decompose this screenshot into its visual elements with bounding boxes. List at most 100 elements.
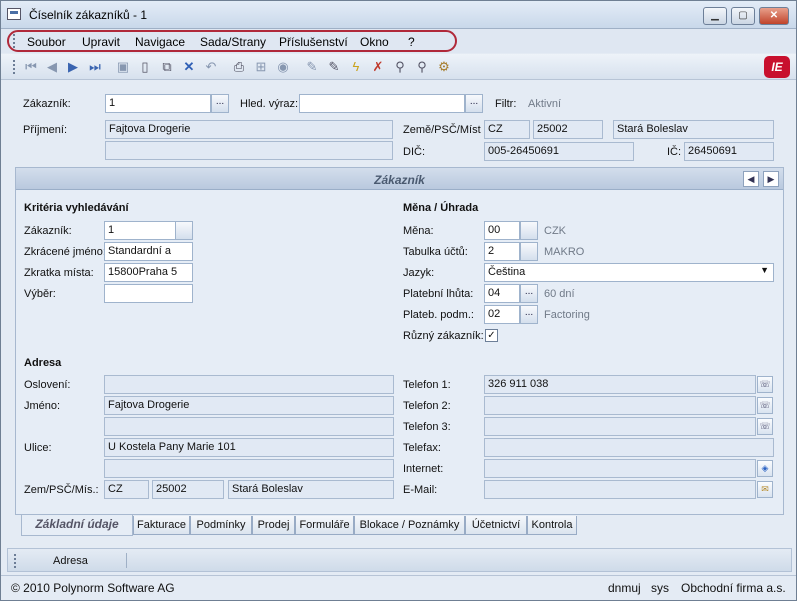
edit-pen-2-icon[interactable]: ✎ [326,59,342,75]
fax-field[interactable] [484,438,774,457]
first-record-icon[interactable]: ⏮ [23,59,39,75]
lhuta-input[interactable]: 04 [484,284,520,303]
tab-blokace-poznamky[interactable]: Blokace / Poznámky [354,516,465,535]
maximize-button[interactable]: ▢ [731,7,755,25]
ruzny-checkbox[interactable]: ✓ [485,329,498,342]
tabulka-label: Tabulka účtů: [403,246,468,258]
last-record-icon[interactable]: ⏭ [87,59,103,75]
tel2-field[interactable] [484,396,756,415]
zkraceny-input[interactable]: Standardní a [104,242,193,261]
lightning-icon[interactable]: ϟ [348,59,364,75]
delete-icon[interactable]: ✕ [181,59,197,75]
krit-zakaznik-label: Zákazník: [24,225,72,237]
tel3-field[interactable] [484,417,756,436]
window-title: Číselník zákazníků - 1 [29,8,148,22]
edit-pen-icon[interactable]: ✎ [304,59,320,75]
lower-toolbar: Adresa [7,548,792,572]
mena-input[interactable]: 00 [484,221,520,240]
phone-icon[interactable]: ☏ [757,376,773,393]
filtr-value: Aktivní [528,98,562,110]
menu-sada-strany[interactable]: Sada/Strany [200,35,266,49]
tab-podminky[interactable]: Podmínky [190,516,252,535]
internet-label: Internet: [403,463,444,475]
tab-kontrola[interactable]: Kontrola [527,516,577,535]
previous-record-icon[interactable]: ◀ [44,59,60,75]
zakaznik-input[interactable]: 1 [105,94,211,113]
minimize-button[interactable]: ▁ [703,7,727,25]
menu-bar: Soubor Upravit Navigace Sada/Strany Přís… [1,29,796,53]
zeme-label: Země/PSČ/Míst [403,124,481,136]
internet-icon[interactable]: ◈ [757,460,773,477]
jazyk-select[interactable]: Čeština ▼ [484,263,774,282]
vyber-input[interactable] [104,284,193,303]
jazyk-selected-value: Čeština [488,266,526,278]
lower-grip[interactable] [14,554,17,568]
krit-zakaznik-input[interactable]: 1 [104,221,176,240]
tel1-field[interactable]: 326 911 038 [484,375,756,394]
ulice-2-field[interactable] [104,459,394,478]
toolbar-grip[interactable] [13,60,16,74]
new-document-icon[interactable]: ▯ [137,59,153,75]
panel-title: Zákazník [374,173,425,187]
misto-field: Stará Boleslav [613,120,774,139]
search-icon[interactable]: ⚲ [392,59,408,75]
tab-formulare[interactable]: Formuláře [295,516,354,535]
phone-icon[interactable]: ☏ [757,418,773,435]
copy-icon[interactable]: ⧉ [159,59,175,75]
jmeno-2-field[interactable] [104,417,394,436]
zakaznik-label: Zákazník: [23,98,71,110]
print-icon[interactable]: ⎙ [231,59,247,75]
tabulka-input[interactable]: 2 [484,242,520,261]
panel-next-icon[interactable]: ▶ [763,171,779,187]
email-icon[interactable]: ✉ [757,481,773,498]
podm-input[interactable]: 02 [484,305,520,324]
filter-clear-icon[interactable]: ✗ [370,59,386,75]
phone-icon[interactable]: ☏ [757,397,773,414]
menu-grip[interactable] [13,34,16,48]
menu-help[interactable]: ? [408,35,415,49]
close-button[interactable]: ✕ [759,7,789,25]
menu-navigace[interactable]: Navigace [135,35,185,49]
settings-icon[interactable]: ⚙ [436,59,452,75]
dic-label: DIČ: [403,146,425,158]
krit-zakaznik-spin[interactable] [175,221,193,240]
search-advanced-icon[interactable]: ⚲ [414,59,430,75]
tab-ucetnictvi[interactable]: Účetnictví [465,516,527,535]
hled-vyraz-input[interactable] [299,94,465,113]
zkratka-input[interactable]: 15800Praha 5 [104,263,193,282]
podm-label: Plateb. podm.: [403,309,474,321]
save-icon[interactable]: ▣ [115,59,131,75]
menu-upravit[interactable]: Upravit [82,35,120,49]
zakaznik-lookup-button[interactable]: ... [211,94,229,113]
adr-zeme-field[interactable]: CZ [104,480,149,499]
globe-icon[interactable]: ◉ [275,59,291,75]
adr-psc-field[interactable]: 25002 [152,480,224,499]
email-field[interactable] [484,480,756,499]
internet-field[interactable] [484,459,756,478]
toolbar: ⏮ ◀ ▶ ⏭ ▣ ▯ ⧉ ✕ ↶ ⎙ ⊞ ◉ ✎ ✎ ϟ ✗ ⚲ ⚲ ⚙ IE [1,54,796,80]
tree-icon[interactable]: ⊞ [253,59,269,75]
next-record-icon[interactable]: ▶ [65,59,81,75]
undo-icon[interactable]: ↶ [203,59,219,75]
ulice-field[interactable]: U Kostela Pany Marie 101 [104,438,394,457]
osloveni-field[interactable] [104,375,394,394]
mena-lookup-button[interactable] [520,221,538,240]
tab-zakladni-udaje[interactable]: Základní údaje [21,515,133,536]
lhuta-lookup-button[interactable]: ... [520,284,538,303]
menu-soubor[interactable]: Soubor [27,35,66,49]
panel-header: Zákazník ◀ ▶ [16,168,783,190]
tabulka-lookup-button[interactable] [520,242,538,261]
adr-misto-field[interactable]: Stará Boleslav [228,480,394,499]
panel-prev-icon[interactable]: ◀ [743,171,759,187]
jmeno-field[interactable]: Fajtova Drogerie [104,396,394,415]
menu-okno[interactable]: Okno [360,35,389,49]
prijmeni-field: Fajtova Drogerie [105,120,393,139]
podm-lookup-button[interactable]: ... [520,305,538,324]
hled-vyraz-lookup-button[interactable]: ... [465,94,483,113]
dic-field: 005-26450691 [484,142,634,161]
menu-prislusenstvi[interactable]: Příslušenství [279,35,348,49]
adresa-button[interactable]: Adresa [53,555,88,567]
ulice-label: Ulice: [24,442,52,454]
tab-prodej[interactable]: Prodej [252,516,295,535]
tab-fakturace[interactable]: Fakturace [133,516,190,535]
